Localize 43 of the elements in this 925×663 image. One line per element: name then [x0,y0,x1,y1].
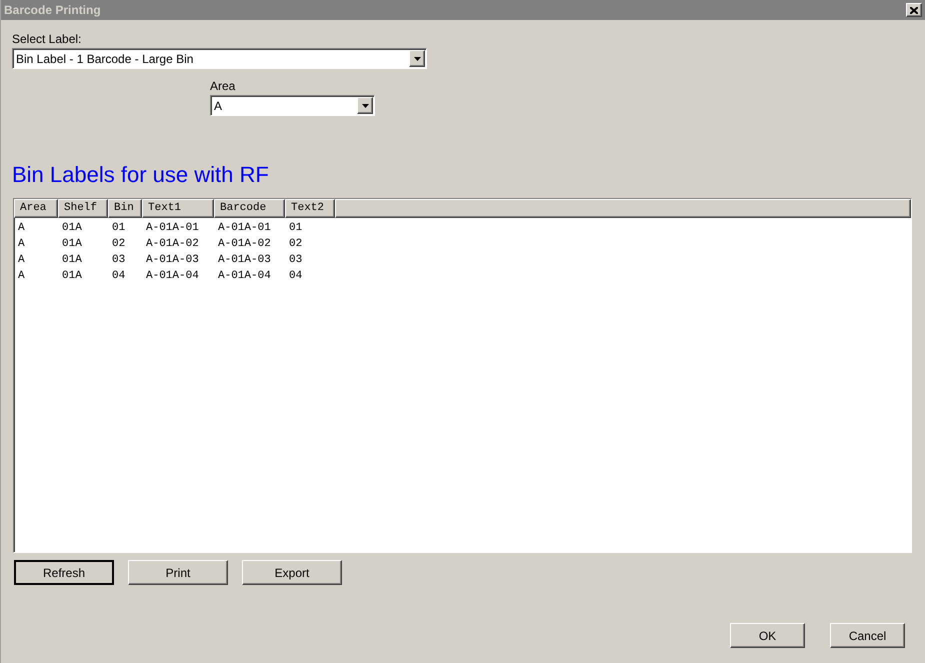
table-cell-text: A-01A-02 [145,237,200,252]
dialog-button[interactable]: Refresh [14,560,114,585]
column-header[interactable]: Shelf [58,199,108,218]
table-cell-text: 04 [288,269,304,284]
section-heading: Bin Labels for use with RF [12,162,270,188]
close-icon [910,6,918,14]
window-title: Barcode Printing [4,2,101,19]
dialog-button[interactable]: Print [128,560,228,585]
table-cell-text: 04 [111,269,126,284]
table-cell-text: 03 [111,253,126,268]
table-cell-text: 01 [288,221,304,236]
table-cell-text: A-01A-03 [145,253,200,268]
table-cell-text: A-01A-02 [217,237,272,252]
table-cell-text: 01A [61,253,83,268]
column-header[interactable]: Barcode [214,199,285,218]
column-header[interactable]: Text1 [142,199,214,218]
field-label: Area [210,79,236,94]
table-cell-text: A-01A-04 [145,269,200,284]
table-cell-text: 01A [61,237,83,252]
table-cell-text: A [17,253,26,268]
table-cell-text: A-01A-03 [217,253,272,268]
area-dropdown[interactable]: A [210,95,375,116]
table-cell-text: 02 [111,237,126,252]
column-header[interactable]: Area [14,199,58,218]
column-header[interactable]: Text2 [285,199,335,218]
table-cell-text: 01 [111,221,126,236]
table-cell-text: A [17,237,26,252]
dialog-button[interactable]: Cancel [830,623,905,648]
close-button[interactable] [906,3,922,17]
table-cell-text: A-01A-01 [145,221,200,236]
field-label: Select Label: [12,32,82,47]
column-header[interactable]: Bin [108,199,142,218]
table-cell-text: 01A [61,269,83,284]
table-cell-text: A-01A-01 [217,221,272,236]
dialog-button[interactable]: OK [730,623,805,648]
table-cell-text: 02 [288,237,304,252]
dialog-button[interactable]: Export [242,560,342,585]
table-cell-text: 03 [288,253,304,268]
label-dropdown[interactable]: Bin Label - 1 Barcode - Large Bin [12,48,427,69]
table-cell-text: 01A [61,221,83,236]
table-cell-text: A [17,221,26,236]
table-cell-text: A [17,269,26,284]
table-cell-text: A-01A-04 [217,269,272,284]
